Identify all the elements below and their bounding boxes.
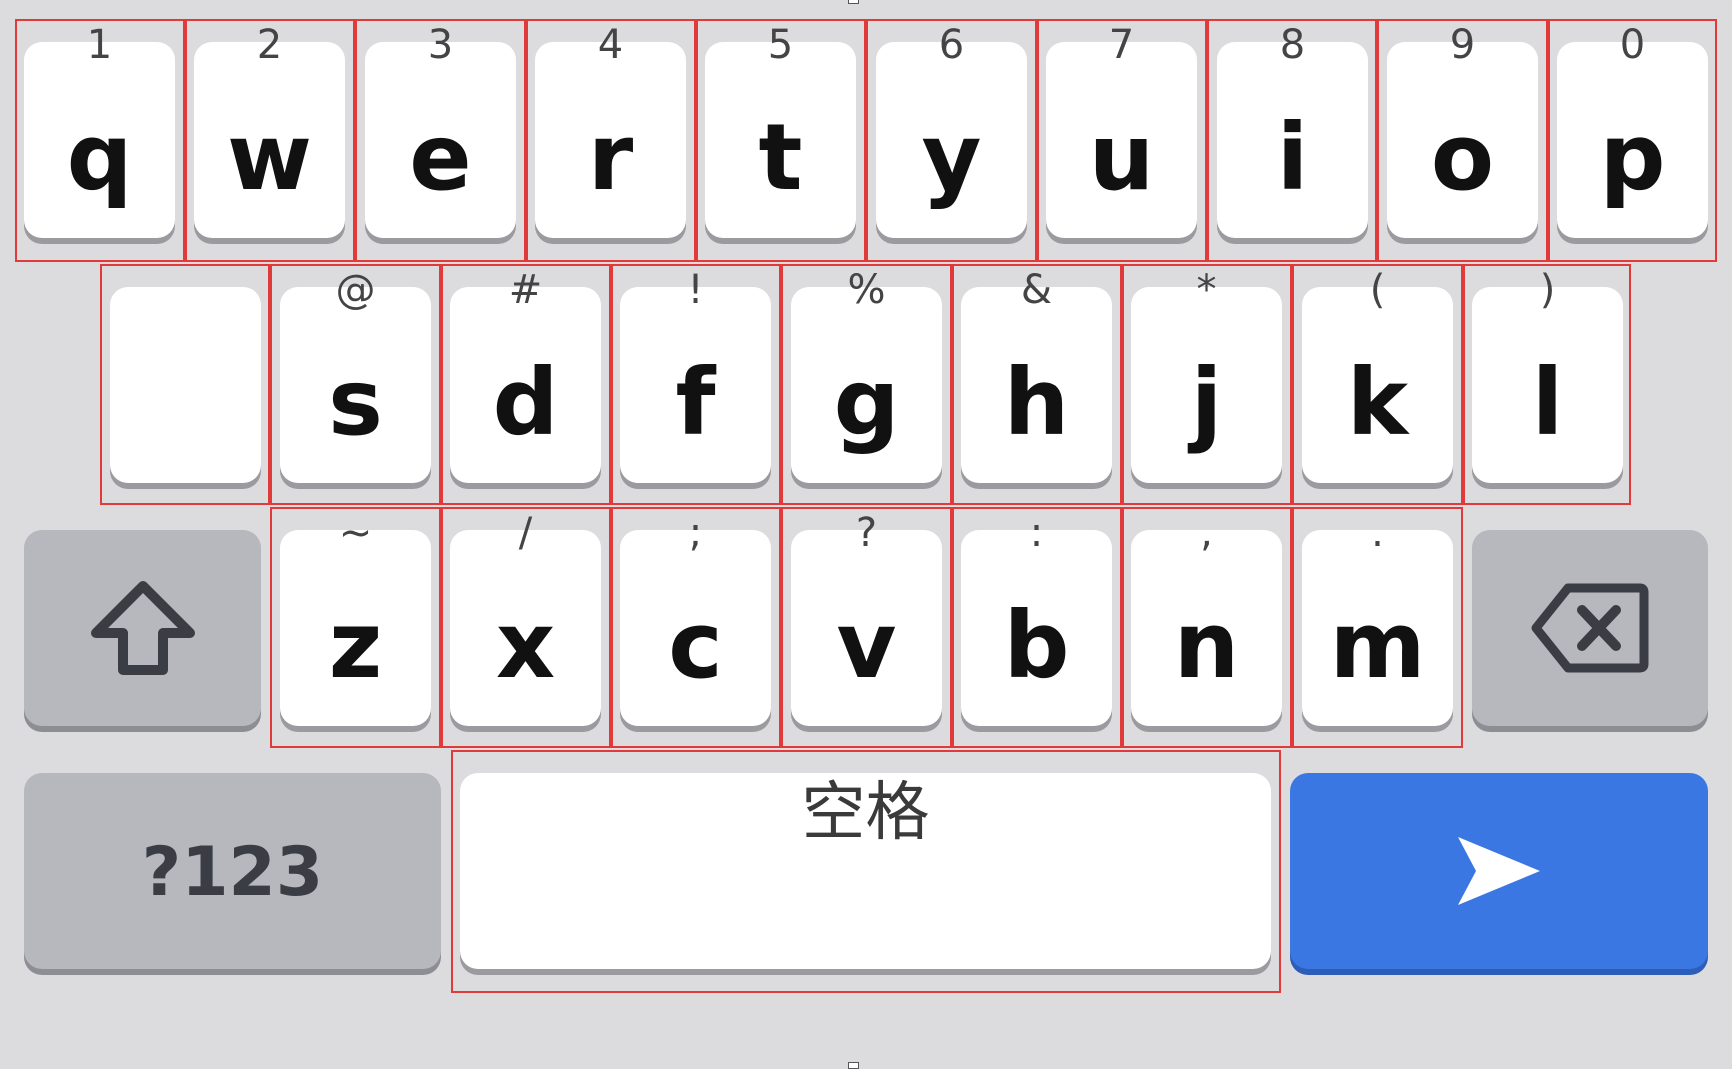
key-g[interactable]: % g [791,267,942,483]
key-hint: @ [335,267,376,313]
key-y[interactable]: 6 y [876,22,1027,238]
key-w[interactable]: 2 w [194,22,345,238]
key-hint: ) [1539,267,1556,313]
key-label: w [227,104,312,211]
key-q[interactable]: 1 q [24,22,175,238]
key-hint: 9 [1449,22,1476,68]
space-key[interactable]: 空格 [460,773,1271,969]
key-hint: ~ [338,510,373,556]
key-label: x [495,592,556,699]
key-label: p [1599,104,1666,211]
key-label: u [1088,104,1155,211]
symbols-key-label: ?123 [141,833,324,912]
key-j[interactable]: * j [1131,267,1282,483]
key-hint: / [518,510,533,556]
shift-arrow-icon [24,530,261,726]
key-r[interactable]: 4 r [535,22,686,238]
key-label: l [1531,349,1564,456]
key-hint: ! [687,267,704,313]
key-hint: & [1020,267,1053,313]
key-i[interactable]: 8 i [1217,22,1368,238]
backspace-key[interactable] [1472,530,1708,726]
key-hint: 4 [597,22,624,68]
key-b[interactable]: : b [961,510,1112,726]
backspace-icon [1472,530,1708,726]
key-label: k [1346,349,1409,456]
key-label: s [328,349,383,456]
key-n[interactable]: , n [1131,510,1282,726]
key-hint: 0 [1619,22,1646,68]
key-l[interactable]: ) l [1472,267,1623,483]
key-label: g [833,349,900,456]
key-label: t [758,104,803,211]
key-label: d [492,349,559,456]
key-hint: ( [1369,267,1386,313]
key-u[interactable]: 7 u [1046,22,1197,238]
key-hint: ? [855,510,878,556]
space-key-label: 空格 [801,776,930,850]
key-hint: 1 [86,22,113,68]
key-label: i [1276,104,1309,211]
key-p[interactable]: 0 p [1557,22,1708,238]
key-hint: 8 [1279,22,1306,68]
key-label: e [409,104,472,211]
key-label: j [1190,349,1223,456]
key-f[interactable]: ! f [620,267,771,483]
key-x[interactable]: / x [450,510,601,726]
key-label: c [668,592,723,699]
key-c[interactable]: ; c [620,510,771,726]
key-label: z [328,592,383,699]
key-hint: 3 [427,22,454,68]
key-label: r [587,104,634,211]
key-hint: * [1196,267,1217,313]
key-e[interactable]: 3 e [365,22,516,238]
key-o[interactable]: 9 o [1387,22,1538,238]
key-label: b [1003,592,1070,699]
key-label: q [66,104,133,211]
key-k[interactable]: ( k [1302,267,1453,483]
virtual-keyboard: 1 q 2 w 3 e 4 r 5 t 6 y 7 u 8 i 9 o 0 p [0,0,1732,1069]
key-a-blank[interactable] [110,287,261,483]
send-arrow-icon [1290,773,1708,969]
key-m[interactable]: . m [1302,510,1453,726]
key-label: h [1003,349,1070,456]
symbols-key[interactable]: ?123 [24,773,441,969]
key-hint: 7 [1108,22,1135,68]
send-key[interactable] [1290,773,1708,969]
key-label: v [836,592,897,699]
key-label: y [921,104,982,211]
key-d[interactable]: # d [450,267,601,483]
key-hint: 5 [767,22,794,68]
key-hint: # [508,267,543,313]
key-s[interactable]: @ s [280,267,431,483]
key-v[interactable]: ? v [791,510,942,726]
top-handle-marker [848,0,859,4]
key-label: f [675,349,716,456]
key-hint: : [1029,510,1044,556]
key-label: n [1173,592,1240,699]
key-hint: 2 [256,22,283,68]
key-label: m [1329,592,1426,699]
key-hint: . [1371,510,1384,556]
key-z[interactable]: ~ z [280,510,431,726]
shift-key[interactable] [24,530,261,726]
key-hint: ; [688,510,703,556]
key-t[interactable]: 5 t [705,22,856,238]
key-hint: % [847,267,886,313]
key-hint: 6 [938,22,965,68]
key-label: o [1430,104,1495,211]
key-hint: , [1200,510,1213,556]
key-h[interactable]: & h [961,267,1112,483]
